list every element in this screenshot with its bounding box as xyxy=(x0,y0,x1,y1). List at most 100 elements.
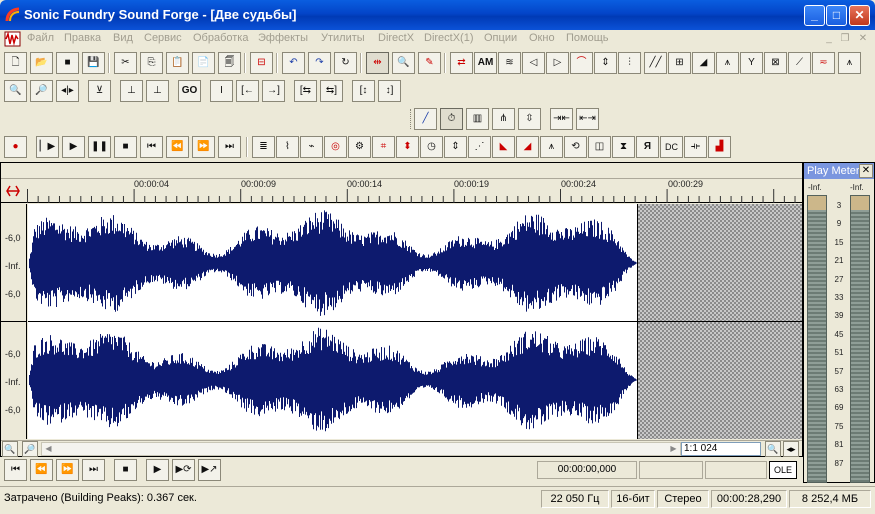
loop-button[interactable]: ⟲ xyxy=(564,136,587,158)
transport-stop-button[interactable]: ■ xyxy=(114,459,137,481)
menu-help[interactable]: Помощь xyxy=(566,32,609,44)
time-zoom-in-button[interactable]: ⇥⇤ xyxy=(550,108,573,130)
scroll-left-arrow-icon[interactable]: ◀ xyxy=(42,443,55,455)
region-end-button[interactable]: ⊥ xyxy=(146,80,169,102)
menu-window[interactable]: Окно xyxy=(529,32,555,44)
dynamics-button[interactable]: ◎ xyxy=(324,136,347,158)
time-ruler[interactable]: 00:00:04 00:00:09 00:00:14 00:00:19 00:0… xyxy=(1,179,802,203)
channel-convert-button[interactable]: ⬍ xyxy=(396,136,419,158)
mdi-restore-button[interactable]: ❐ xyxy=(838,32,852,45)
eq-parametric-button[interactable]: ⌁ xyxy=(300,136,323,158)
undo-button[interactable]: ↶ xyxy=(282,52,305,74)
pause-button[interactable]: ❚❚ xyxy=(88,136,111,158)
selection-end-time[interactable] xyxy=(639,461,703,479)
transport-rewind-button[interactable]: ⏪ xyxy=(30,459,53,481)
paste-new-button[interactable]: 📄 xyxy=(192,52,215,74)
transport-play-looped-button[interactable]: ▶⟳ xyxy=(172,459,195,481)
forward-button[interactable]: ⏩ xyxy=(192,136,215,158)
mdi-close-button[interactable]: ✕ xyxy=(856,32,870,45)
horizontal-scrollbar[interactable]: ◀ ▶ xyxy=(41,442,681,456)
transport-play-button[interactable]: ▶ xyxy=(146,459,169,481)
reverse-button[interactable]: ⇄ xyxy=(450,52,473,74)
edit-tool-button[interactable]: ⇹ xyxy=(366,52,389,74)
level-zoom-button[interactable]: ⇳ xyxy=(518,108,541,130)
pitch-button[interactable]: Y xyxy=(740,52,763,74)
auto-snap-button[interactable]: ⏱ xyxy=(440,108,463,130)
fade-out-button[interactable]: ▷ xyxy=(546,52,569,74)
amplitude-modulation-button[interactable]: AM xyxy=(474,52,497,74)
selection-start-time[interactable]: 00:00:00,000 xyxy=(537,461,637,479)
bit-depth-cell[interactable]: 16-бит xyxy=(611,490,655,508)
volume-button[interactable]: ⇕ xyxy=(594,52,617,74)
zoom-out-small-button[interactable]: 🔎 xyxy=(22,441,38,457)
line-draw-button[interactable]: ╱ xyxy=(414,108,437,130)
minimize-button[interactable]: _ xyxy=(804,5,825,26)
invert-flip-button[interactable]: Я xyxy=(636,136,659,158)
stop-preview-button[interactable]: ■ xyxy=(56,52,79,74)
open-file-button[interactable]: 📂 xyxy=(30,52,53,74)
eq-graphic-button[interactable]: ≣ xyxy=(252,136,275,158)
menu-service[interactable]: Сервис xyxy=(144,32,182,44)
zoom-ratio-in-button[interactable]: 🔍 xyxy=(765,441,781,457)
menu-view[interactable]: Вид xyxy=(113,32,133,44)
cursor-start-button[interactable]: [← xyxy=(236,80,259,102)
cursor-end-button[interactable]: →] xyxy=(262,80,285,102)
waveform-canvas[interactable] xyxy=(28,204,802,439)
time-stretch-button[interactable]: ◷ xyxy=(420,136,443,158)
overview-bar[interactable] xyxy=(1,163,802,179)
drop-marker-button[interactable]: ⊻ xyxy=(88,80,111,102)
invert-button[interactable]: ⧗ xyxy=(612,136,635,158)
copy-button[interactable]: ⎘ xyxy=(140,52,163,74)
crossfade-button[interactable]: ◢ xyxy=(516,136,539,158)
auto-trim-button[interactable]: ⚙ xyxy=(348,136,371,158)
zoom-in-small-button[interactable]: 🔍 xyxy=(2,441,18,457)
transport-forward-button[interactable]: ⏩ xyxy=(56,459,79,481)
new-file-button[interactable]: 🗋 xyxy=(4,52,27,74)
delay-button[interactable]: ⟋ xyxy=(788,52,811,74)
chorus-button[interactable]: ≋ xyxy=(498,52,521,74)
play-button[interactable]: ▶ xyxy=(62,136,85,158)
center-cursor-button[interactable]: ◂|▸ xyxy=(56,80,79,102)
cursor-button[interactable]: I xyxy=(210,80,233,102)
ole-drag-button[interactable]: OLE xyxy=(769,461,797,479)
play-all-button[interactable]: ▏▶ xyxy=(36,136,59,158)
pan-button[interactable]: ⇕ xyxy=(444,136,467,158)
insert-silence-button[interactable]: ⩚ xyxy=(540,136,563,158)
save-button[interactable]: 💾 xyxy=(82,52,105,74)
menu-file[interactable]: Файл xyxy=(27,32,54,44)
document-wave-icon[interactable] xyxy=(4,31,22,47)
toolbar-grip[interactable] xyxy=(410,109,413,129)
mdi-minimize-button[interactable]: _ xyxy=(822,32,836,45)
menu-options[interactable]: Опции xyxy=(484,32,517,44)
graphic-dynamics-button[interactable]: ◢ xyxy=(692,52,715,74)
snap-end-button[interactable]: ↕] xyxy=(378,80,401,102)
pencil-tool-button[interactable]: ✎ xyxy=(418,52,441,74)
play-meter-close-button[interactable]: ✕ xyxy=(859,164,873,178)
repeat-button[interactable]: ↻ xyxy=(334,52,357,74)
menu-directx-1[interactable]: DirectX(1) xyxy=(424,32,474,44)
selection-start-button[interactable]: [⇆ xyxy=(294,80,317,102)
eq-paragraphic-button[interactable]: ⌇ xyxy=(276,136,299,158)
go-to-button[interactable]: GO xyxy=(178,80,201,102)
menu-directx[interactable]: DirectX xyxy=(378,32,414,44)
time-zoom-out-button[interactable]: ⇤⇥ xyxy=(576,108,599,130)
bit-depth-button[interactable]: ⌗ xyxy=(372,136,395,158)
rewind-button[interactable]: ⏪ xyxy=(166,136,189,158)
snap-start-button[interactable]: [↕ xyxy=(352,80,375,102)
menu-effects[interactable]: Эффекты xyxy=(258,32,308,44)
transport-go-end-button[interactable]: ⏭ xyxy=(82,459,105,481)
flange-button[interactable]: ╱╱ xyxy=(644,52,667,74)
spectrum-button[interactable]: ▟ xyxy=(708,136,731,158)
transport-play-cursor-button[interactable]: ▶↗ xyxy=(198,459,221,481)
go-start-button[interactable]: ⏮ xyxy=(140,136,163,158)
sample-rate-cell[interactable]: 22 050 Гц xyxy=(541,490,609,508)
normalize-button[interactable]: ⫶ xyxy=(618,52,641,74)
mix-button[interactable]: 🗐 xyxy=(218,52,241,74)
fade-graphic-button[interactable]: ◣ xyxy=(492,136,515,158)
selection-end-button[interactable]: ⇆] xyxy=(320,80,343,102)
envelope-button[interactable]: ⌒ xyxy=(570,52,593,74)
reverb-button[interactable]: ⊠ xyxy=(764,52,787,74)
smooth-button[interactable]: ⩚ xyxy=(838,52,861,74)
title-bar[interactable]: Sonic Foundry Sound Forge - [Две судьбы]… xyxy=(0,0,875,30)
vibrato-button[interactable]: ≂ xyxy=(812,52,835,74)
